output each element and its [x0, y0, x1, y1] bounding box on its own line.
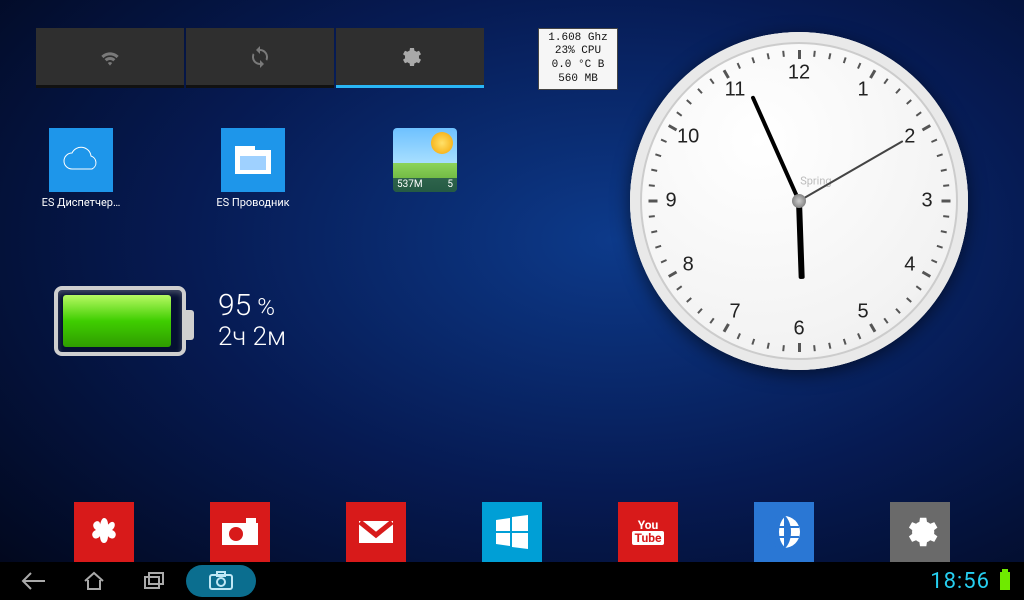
clock-face: Spring 123456789101112 [630, 32, 968, 370]
battery-text: 95 % 2ч 2м [218, 289, 286, 353]
status-battery-icon [1000, 572, 1010, 590]
mail-icon [356, 517, 396, 547]
app-es-explorer[interactable]: R ES Проводник [208, 128, 298, 209]
hour-hand [796, 201, 805, 279]
dock-camera[interactable] [210, 502, 270, 562]
nav-screenshot[interactable] [186, 565, 256, 597]
nav-right[interactable]: 18:56 [930, 569, 1024, 594]
battery-percent-sign: % [257, 294, 275, 322]
nav-home[interactable] [66, 562, 122, 600]
clock-number: 10 [677, 126, 699, 149]
dock-youtube[interactable]: You Tube [618, 502, 678, 562]
cpu-freq: 1.608 Ghz [548, 32, 607, 46]
clock-number: 2 [904, 126, 915, 149]
quick-settings-bar [36, 28, 484, 88]
screenshot-icon [208, 571, 234, 591]
clock-number: 5 [857, 300, 868, 323]
analog-clock-widget[interactable]: Spring 123456789101112 [630, 32, 968, 370]
cpu-mem: 560 MB [558, 73, 598, 87]
clock-number: 1 [857, 79, 868, 102]
clock-center-pin [792, 194, 806, 208]
gear-icon [901, 513, 939, 551]
clock-number: 11 [725, 79, 746, 102]
clock-number: 7 [729, 300, 740, 323]
weather-count: 5 [447, 178, 453, 192]
minute-hand [750, 95, 800, 202]
cpu-usage: 23% CPU [555, 45, 601, 59]
nav-recent[interactable] [126, 562, 182, 600]
nav-bar: 18:56 [0, 562, 1024, 600]
youtube-icon: You Tube [632, 519, 665, 545]
nav-back[interactable] [6, 562, 62, 600]
clock-number: 3 [921, 190, 932, 213]
app-row: ES Диспетчер… R ES Проводник 537M 5 [36, 128, 470, 209]
dock-windows[interactable] [482, 502, 542, 562]
windows-icon [493, 513, 531, 551]
clock-number: 8 [683, 254, 694, 277]
qs-brightness-tile[interactable] [336, 28, 484, 88]
folder-icon: R [221, 128, 285, 192]
second-hand [799, 140, 904, 202]
clock-number: 9 [665, 190, 676, 213]
dock-settings[interactable] [890, 502, 950, 562]
dock-gallery[interactable] [74, 502, 134, 562]
flower-icon [86, 514, 122, 550]
back-icon [21, 570, 47, 592]
globe-icon [764, 512, 804, 552]
dock-gmail[interactable] [346, 502, 406, 562]
wifi-icon [97, 46, 123, 68]
qs-wifi-tile[interactable] [36, 28, 184, 88]
dock: You Tube [0, 502, 1024, 562]
clock-number: 12 [788, 62, 810, 85]
recent-apps-icon [142, 571, 166, 591]
nav-left [0, 562, 256, 600]
cloud-icon [49, 128, 113, 192]
battery-percent: 95 [218, 289, 251, 324]
clock-number: 4 [904, 254, 915, 277]
cpu-monitor-widget[interactable]: 1.608 Ghz 23% CPU 0.0 °C B 560 MB [538, 28, 618, 90]
camera-icon [220, 517, 260, 547]
status-time: 18:56 [930, 569, 990, 594]
weather-memory: 537M [397, 178, 423, 192]
weather-widget[interactable]: 537M 5 [380, 128, 470, 209]
app-label: ES Проводник [216, 196, 289, 209]
battery-widget[interactable]: 95 % 2ч 2м [54, 286, 286, 356]
brightness-gear-icon [398, 45, 422, 69]
battery-time: 2ч 2м [218, 323, 286, 353]
weather-icon: 537M 5 [393, 128, 457, 192]
qs-sync-tile[interactable] [186, 28, 334, 88]
battery-icon [54, 286, 186, 356]
cpu-temp: 0.0 °C B [552, 59, 605, 73]
sync-icon [248, 45, 272, 69]
app-es-taskmanager[interactable]: ES Диспетчер… [36, 128, 126, 209]
app-label: ES Диспетчер… [42, 196, 121, 209]
clock-number: 6 [793, 318, 804, 341]
home-icon [82, 570, 106, 592]
dock-browser[interactable] [754, 502, 814, 562]
